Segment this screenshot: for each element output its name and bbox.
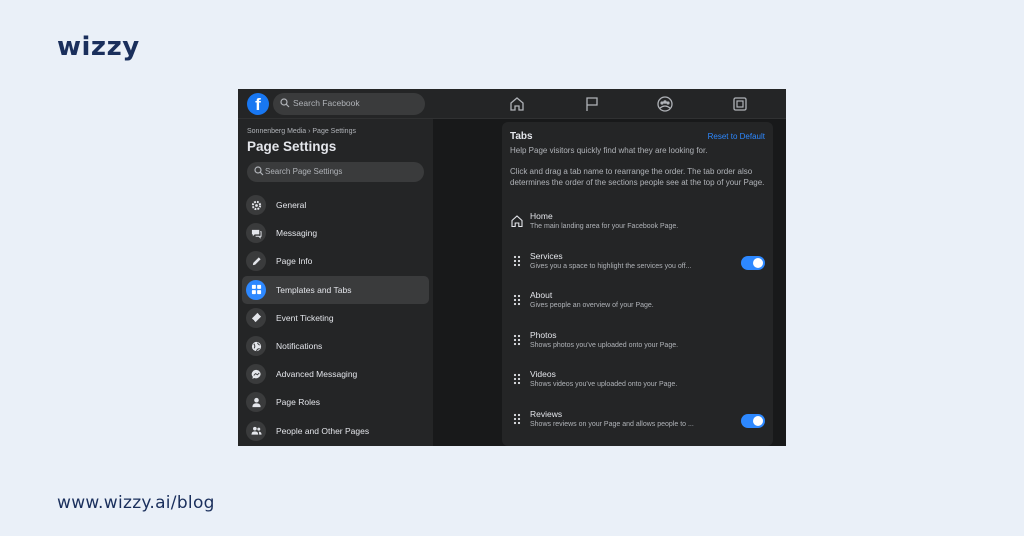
- settings-search-placeholder: Search Page Settings: [265, 167, 343, 176]
- sidebar-item-label: Page Info: [276, 256, 313, 267]
- ticket-icon: [251, 313, 261, 323]
- chat-icon: [251, 229, 262, 239]
- gaming-icon[interactable]: [731, 95, 749, 113]
- groups-icon[interactable]: [656, 95, 674, 113]
- sidebar-item-templates-and-tabs[interactable]: Templates and Tabs: [242, 275, 429, 304]
- sidebar-item-page-info[interactable]: Page Info: [242, 247, 429, 275]
- sidebar-item-label: General: [276, 200, 307, 211]
- sidebar-item-page-roles[interactable]: Page Roles: [242, 388, 429, 416]
- reviews-toggle[interactable]: [741, 413, 765, 428]
- settings-sidebar: Sonnenberg Media › Page Settings Page Se…: [238, 119, 433, 446]
- sidebar-item-label: People and Other Pages: [276, 425, 370, 436]
- wizzy-logo: wizzy: [57, 32, 140, 62]
- home-icon[interactable]: [508, 95, 526, 113]
- messenger-icon: [251, 369, 261, 379]
- facebook-logo[interactable]: f: [247, 93, 269, 115]
- breadcrumb[interactable]: Sonnenberg Media › Page Settings: [247, 128, 356, 135]
- sidebar-item-event-ticketing[interactable]: Event Ticketing: [242, 304, 429, 332]
- tab-row-photos[interactable]: Photos Shows photos you've uploaded onto…: [510, 329, 765, 359]
- search-icon: [280, 98, 290, 108]
- sidebar-item-label: Event Ticketing: [276, 312, 334, 323]
- search-placeholder: Search Facebook: [293, 98, 360, 108]
- toggle-knob: [753, 415, 763, 426]
- drag-handle-icon[interactable]: [513, 334, 521, 346]
- tab-description: Gives people an overview of your Page.: [530, 302, 654, 309]
- tab-name: Photos: [530, 329, 557, 340]
- tab-description: The main landing area for your Facebook …: [530, 223, 679, 230]
- sidebar-item-notifications[interactable]: Notifications: [242, 332, 429, 360]
- sidebar-item-label: Messaging: [276, 228, 318, 239]
- tab-row-videos[interactable]: Videos Shows videos you've uploaded onto…: [510, 368, 765, 398]
- drag-handle-icon[interactable]: [513, 294, 521, 306]
- sidebar-item-messaging[interactable]: Messaging: [242, 219, 429, 247]
- top-bar: f Search Facebook: [238, 89, 786, 119]
- services-toggle[interactable]: [741, 255, 765, 270]
- settings-menu: General Messaging Page Info Templates an…: [242, 191, 429, 445]
- tab-name: Videos: [530, 369, 556, 379]
- panel-title: Tabs: [510, 131, 533, 142]
- settings-search-input[interactable]: Search Page Settings: [247, 162, 424, 182]
- tab-description: Shows reviews on your Page and allows pe…: [530, 420, 694, 428]
- drag-handle-icon[interactable]: [513, 255, 521, 267]
- flag-icon[interactable]: [583, 95, 601, 113]
- home-icon: [511, 215, 523, 228]
- people-icon: [250, 426, 262, 435]
- pencil-icon: [252, 257, 261, 266]
- grid-icon: [251, 285, 261, 295]
- toggle-knob: [753, 257, 763, 268]
- globe-icon: [251, 341, 261, 351]
- sidebar-item-people-and-other-pages[interactable]: People and Other Pages: [242, 417, 429, 445]
- sidebar-item-label: Templates and Tabs: [276, 284, 352, 295]
- tab-name: About: [530, 290, 553, 300]
- gear-icon: [251, 200, 261, 210]
- tab-row-reviews[interactable]: Reviews Shows reviews on your Page and a…: [510, 408, 765, 438]
- tab-row-home[interactable]: Home The main landing area for your Face…: [510, 210, 765, 240]
- drag-handle-icon[interactable]: [513, 373, 521, 385]
- sidebar-item-label: Page Roles: [276, 397, 320, 408]
- panel-instructions: Click and drag a tab name to rearrange t…: [510, 167, 765, 187]
- reset-to-default-link[interactable]: Reset to Default: [708, 132, 765, 141]
- page-title: Page Settings: [247, 139, 337, 154]
- drag-handle-icon[interactable]: [513, 413, 521, 425]
- tab-row-services[interactable]: Services Gives you a space to highlight …: [510, 250, 765, 280]
- sidebar-item-advanced-messaging[interactable]: Advanced Messaging: [242, 360, 429, 388]
- person-icon: [251, 397, 261, 407]
- facebook-search-input[interactable]: Search Facebook: [273, 93, 425, 115]
- sidebar-item-general[interactable]: General: [242, 191, 429, 219]
- search-icon: [254, 166, 264, 176]
- panel-description: Help Page visitors quickly find what the…: [510, 146, 708, 155]
- tab-description: Shows videos you've uploaded onto your P…: [530, 381, 678, 388]
- tab-name: Services: [530, 250, 563, 261]
- facebook-screenshot: f Search Facebook Sonnenberg Media › Pag…: [238, 89, 786, 446]
- tab-description: Shows photos you've uploaded onto your P…: [530, 341, 679, 349]
- tab-name: Home: [530, 211, 553, 221]
- tabs-panel: Tabs Reset to Default Help Page visitors…: [502, 122, 773, 446]
- sidebar-item-label: Notifications: [276, 341, 323, 352]
- tab-name: Reviews: [530, 408, 563, 419]
- tab-description: Gives you a space to highlight the servi…: [530, 262, 692, 270]
- blog-url[interactable]: www.wizzy.ai/blog: [57, 493, 215, 513]
- sidebar-item-label: Advanced Messaging: [276, 369, 358, 380]
- tab-row-about[interactable]: About Gives people an overview of your P…: [510, 289, 765, 319]
